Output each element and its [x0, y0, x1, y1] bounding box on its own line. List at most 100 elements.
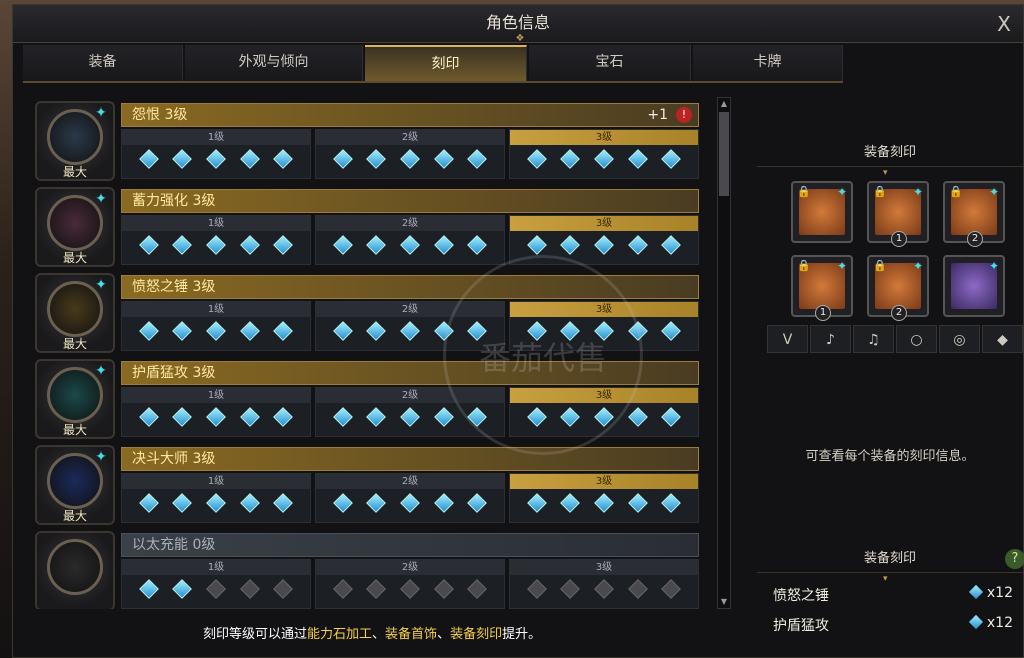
engraving-row[interactable]: ✦ 最大 蓄力强化 3级 1级 2级 3级: [35, 187, 701, 269]
engraving-point-icon: [366, 407, 387, 427]
summary-row: 愤怒之锤 x12: [773, 584, 1013, 607]
lock-icon: 🔒: [797, 259, 811, 272]
tab-engraving[interactable]: 刻印: [365, 45, 527, 81]
slot-number: 1: [891, 231, 907, 247]
engraving-point-icon: [594, 149, 614, 169]
filter-earring-1-icon[interactable]: ♪: [810, 325, 851, 353]
level-segment: 2级: [315, 129, 505, 179]
engraving-point-icon: [172, 235, 193, 255]
engraving-row[interactable]: ✦ 最大 愤怒之锤 3级 1级 2级 3级: [35, 273, 701, 355]
gem-icon: ✦: [912, 259, 923, 273]
engraving-hint-text: 可查看每个装备的刻印信息。: [805, 449, 975, 464]
engraving-name-bar: 护盾猛攻 3级: [121, 361, 699, 385]
engraving-point-icon: [560, 149, 581, 169]
title-bar: 角色信息 ❖: [13, 5, 1023, 44]
engraving-point-icon: [467, 235, 488, 255]
engraving-point-icon: [206, 579, 226, 599]
equip-slot-ring-icon[interactable]: 🔒 ✦ 2: [867, 255, 929, 321]
level-label: 3级: [510, 130, 698, 145]
level-segment: 2级: [315, 215, 505, 265]
gem-icon: ✦: [836, 259, 847, 273]
engraving-point-icon: [172, 579, 193, 599]
lock-icon: 🔒: [873, 259, 887, 272]
level-label: 3级: [510, 560, 698, 575]
level-label: 2级: [316, 130, 504, 145]
engraving-point-icon: [366, 149, 387, 169]
engraving-point-icon: [366, 321, 387, 341]
level-label: 2级: [316, 216, 504, 231]
engraving-point-icon: [661, 235, 682, 255]
engraving-point-icon: [332, 493, 353, 513]
tab-appearance[interactable]: 外观与倾向: [185, 45, 363, 81]
engraving-point-icon: [138, 235, 159, 255]
level-label: 1级: [122, 216, 310, 231]
engraving-point-icon: [627, 235, 648, 255]
engraving-row[interactable]: ✦ 最大 决斗大师 3级 1级 2级 3级: [35, 445, 701, 527]
equip-slot-ability-stone-icon[interactable]: ✦: [943, 255, 1005, 317]
gem-icon: ✦: [95, 363, 107, 379]
level-segment: 2级: [315, 387, 505, 437]
engraving-point-icon: [661, 579, 682, 599]
scrollbar[interactable]: ▲ ▼: [717, 97, 731, 609]
filter-stone-icon[interactable]: ◆: [982, 325, 1023, 353]
engraving-point-icon: [526, 579, 547, 599]
level-segment: 3级: [509, 301, 699, 351]
engraving-point-icon: [400, 579, 420, 599]
engraving-point-icon: [467, 321, 488, 341]
engraving-row[interactable]: ✦ 最大 护盾猛攻 3级 1级 2级 3级: [35, 359, 701, 441]
scroll-down-icon[interactable]: ▼: [718, 596, 730, 608]
lock-icon: 🔒: [797, 185, 811, 198]
warning-icon[interactable]: !: [676, 107, 692, 123]
engraving-portrait-icon: ✦ 最大: [35, 359, 115, 439]
close-button[interactable]: X: [993, 13, 1015, 35]
summary-title: 装备刻印: [863, 551, 916, 566]
engraving-point-icon: [366, 579, 387, 599]
filter-earring-2-icon[interactable]: ♫: [853, 325, 894, 353]
equip-slot-earring-icon[interactable]: 🔒 ✦ 1: [867, 181, 929, 247]
engraving-point-icon: [273, 149, 294, 169]
engraving-name: 愤怒之锤 3级: [132, 279, 216, 295]
scroll-up-icon[interactable]: ▲: [718, 98, 730, 110]
engraving-point-icon: [433, 407, 454, 427]
equip-slot-earring-icon[interactable]: 🔒 ✦ 2: [943, 181, 1005, 247]
level-segment: 2级: [315, 301, 505, 351]
engraving-row[interactable]: ✦ 最大 怨恨 3级 +1! 1级 2级 3级: [35, 101, 701, 183]
max-badge: 最大: [62, 165, 87, 179]
level-segment: 1级: [121, 559, 311, 609]
tab-bar: 装备 外观与倾向 刻印 宝石 卡牌: [23, 45, 843, 83]
footer-sep: 、: [372, 627, 386, 642]
gem-icon: ✦: [988, 185, 999, 199]
engraving-name: 决斗大师 3级: [132, 451, 216, 467]
slot-number: 2: [891, 305, 907, 321]
help-icon[interactable]: ?: [1005, 549, 1024, 569]
engraving-point-icon: [366, 493, 387, 513]
engraving-point-icon: [526, 493, 547, 513]
engraving-point-icon: [627, 321, 648, 341]
engraving-point-icon: [239, 321, 260, 341]
engraving-row[interactable]: 以太充能 0级 1级 2级 3级: [35, 531, 701, 609]
level-label: 2级: [316, 560, 504, 575]
equip-slot-ring-icon[interactable]: 🔒 ✦ 1: [791, 255, 853, 321]
level-segment: 2级: [315, 473, 505, 523]
tab-gems[interactable]: 宝石: [529, 45, 691, 81]
lock-icon: 🔒: [949, 185, 963, 198]
engraving-point-icon: [138, 493, 159, 513]
engraving-portrait-icon: ✦ 最大: [35, 187, 115, 267]
filter-ring-1-icon[interactable]: ○: [896, 325, 937, 353]
filter-ring-2-icon[interactable]: ◎: [939, 325, 980, 353]
engraving-point-icon: [273, 579, 294, 599]
equip-slot-necklace-icon[interactable]: 🔒 ✦: [791, 181, 853, 243]
level-label: 1级: [122, 302, 310, 317]
footer-highlight: 装备首饰: [385, 627, 438, 642]
tab-equipment[interactable]: 装备: [23, 45, 183, 81]
tab-cards[interactable]: 卡牌: [693, 45, 843, 81]
filter-necklace-icon[interactable]: ᐯ: [767, 325, 808, 353]
engraving-point-icon: [206, 407, 226, 427]
engraving-name-bar: 决斗大师 3级: [121, 447, 699, 471]
engraving-point-icon: [560, 493, 581, 513]
scroll-thumb[interactable]: [719, 112, 729, 196]
engraving-point-icon: [467, 493, 488, 513]
engraving-point-icon: [239, 493, 260, 513]
engraving-portrait-icon: ✦ 最大: [35, 101, 115, 181]
engraving-point-icon: [366, 235, 387, 255]
